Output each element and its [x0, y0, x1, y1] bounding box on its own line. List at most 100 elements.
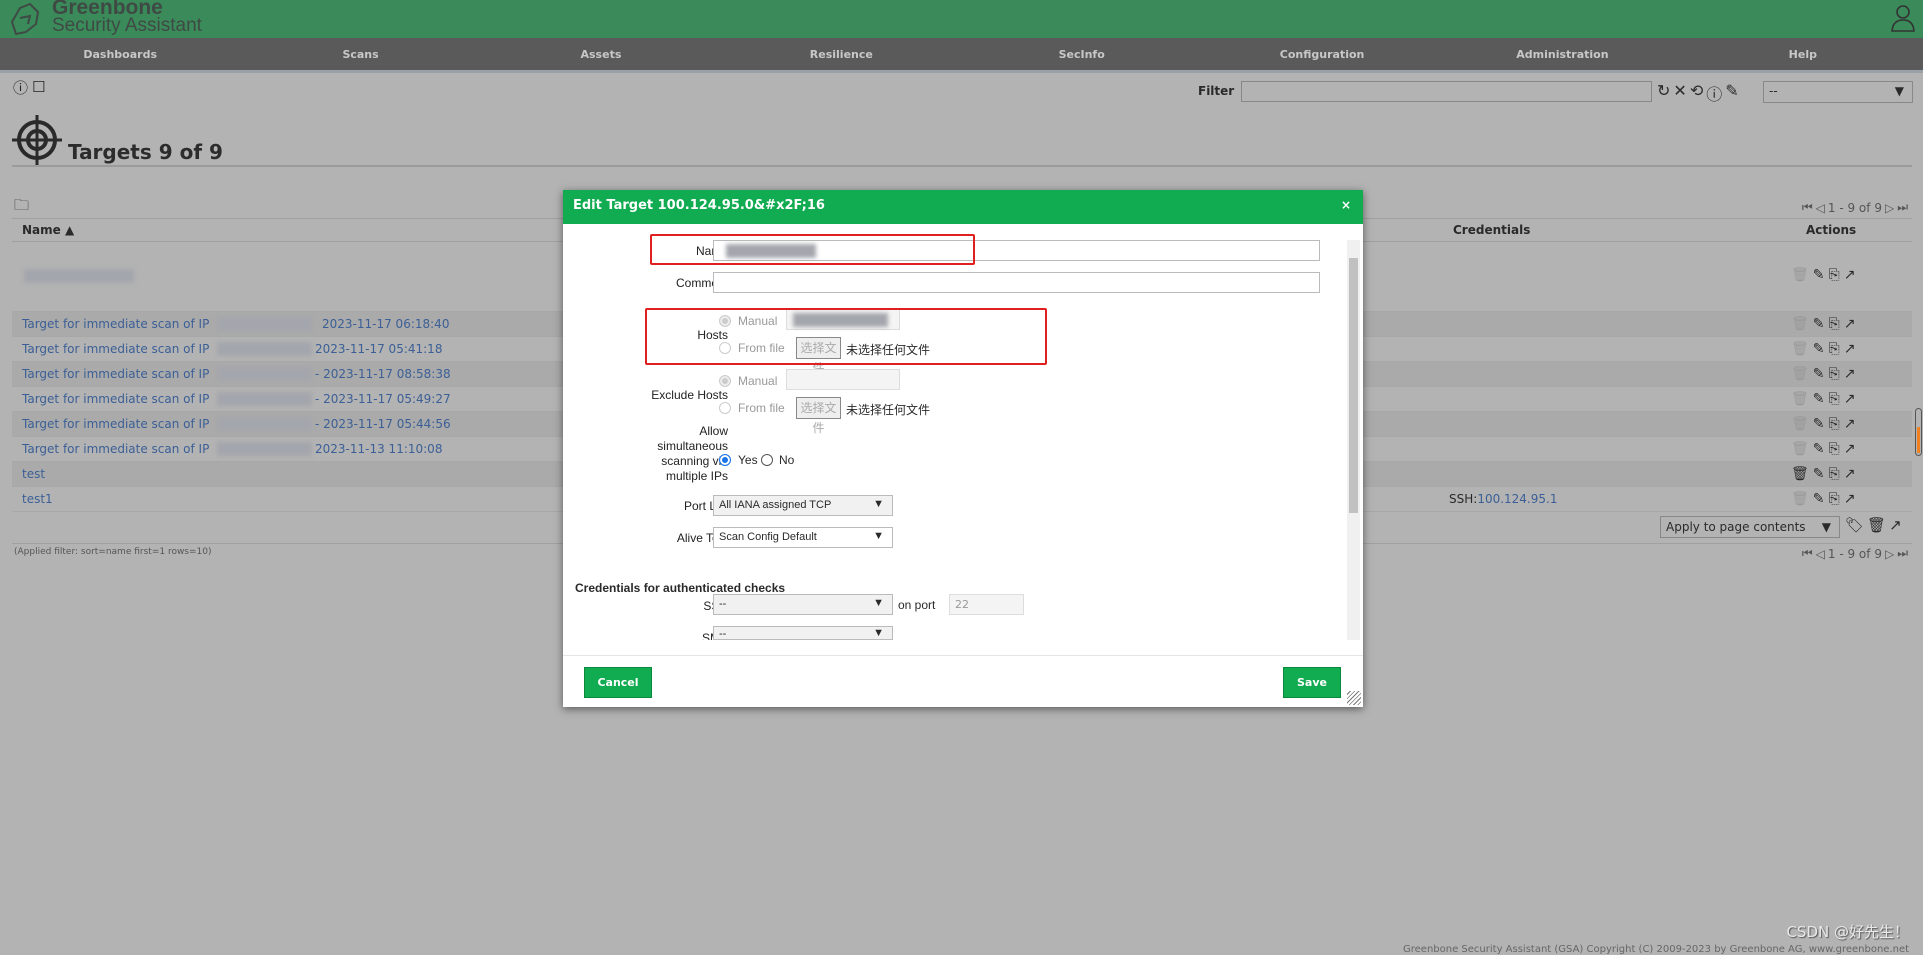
prev-page-icon[interactable]: ◁	[1816, 201, 1825, 215]
smb-credential-select[interactable]: -- ▼	[713, 626, 893, 640]
nav-configuration[interactable]: Configuration	[1202, 38, 1442, 70]
target-name-link[interactable]: Target for immediate scan of IP	[22, 392, 209, 406]
filter-help-icon[interactable]: ⓘ	[1706, 81, 1722, 105]
target-name-link[interactable]: test1	[22, 492, 53, 506]
cancel-button[interactable]: Cancel	[584, 667, 652, 698]
edit-icon[interactable]: ✎	[1813, 416, 1825, 432]
allow-no-radio[interactable]	[761, 454, 773, 466]
resize-handle[interactable]	[1347, 691, 1361, 705]
clear-filter-icon[interactable]: ✕	[1673, 81, 1686, 105]
next-page-icon[interactable]: ▷	[1885, 201, 1894, 215]
edit-icon[interactable]: ✎	[1813, 316, 1825, 332]
col-credentials[interactable]: Credentials	[1453, 223, 1530, 237]
exclude-manual-input[interactable]	[786, 369, 900, 390]
save-button[interactable]: Save	[1283, 667, 1341, 698]
first-page-icon[interactable]: ⏮	[1802, 200, 1813, 215]
export-icon[interactable]: ↗	[1844, 391, 1856, 407]
target-name-link[interactable]: Target for immediate scan of IP	[22, 342, 209, 356]
col-name[interactable]: Name ▲	[22, 223, 74, 237]
target-name-link[interactable]: Target for immediate scan of IP	[22, 442, 209, 456]
trash-icon[interactable]: 🗑	[1791, 366, 1809, 382]
edit-icon[interactable]: ✎	[1813, 491, 1825, 507]
new-target-icon[interactable]: ☐	[32, 80, 45, 95]
prev-page-icon[interactable]: ◁	[1816, 547, 1825, 561]
ssh-credential-select[interactable]: -- ▼	[713, 594, 893, 615]
nav-assets[interactable]: Assets	[481, 38, 721, 70]
filter-select[interactable]: -- ▼	[1763, 81, 1913, 103]
edit-filter-icon[interactable]: ✎	[1725, 81, 1738, 105]
trash-icon[interactable]: 🗑	[1791, 441, 1809, 457]
next-page-icon[interactable]: ▷	[1885, 547, 1894, 561]
close-icon[interactable]: ×	[1341, 198, 1351, 212]
clone-icon[interactable]: ⎘	[1829, 366, 1840, 382]
nav-secinfo[interactable]: SecInfo	[962, 38, 1202, 70]
edit-icon[interactable]: ✎	[1813, 391, 1825, 407]
folder-icon[interactable]: 🗀	[14, 198, 29, 213]
port-list-select[interactable]: All IANA assigned TCP ▼	[713, 495, 893, 516]
alive-test-select[interactable]: Scan Config Default ▼	[713, 527, 893, 548]
edit-icon[interactable]: ✎	[1813, 341, 1825, 357]
filter-input[interactable]	[1241, 81, 1652, 102]
greenbone-logo-icon	[10, 2, 40, 36]
allow-yes-radio[interactable]	[719, 454, 731, 466]
trash-icon[interactable]: 🗑	[1791, 391, 1809, 407]
page-scrollbar[interactable]	[1915, 408, 1922, 456]
clone-icon[interactable]: ⎘	[1829, 267, 1840, 283]
exclude-file-button[interactable]: 选择文件	[796, 397, 841, 435]
export-icon[interactable]: ↗	[1844, 466, 1856, 482]
refresh-icon[interactable]: ↻	[1657, 81, 1670, 105]
exclude-manual-radio[interactable]	[719, 375, 731, 387]
clone-icon[interactable]: ⎘	[1829, 391, 1840, 407]
ssh-port-input[interactable]: 22	[949, 594, 1024, 615]
clone-icon[interactable]: ⎘	[1829, 416, 1840, 432]
filter-toolbar: ↻ ✕ ⟲ ⓘ ✎	[1657, 81, 1739, 105]
comment-input[interactable]	[713, 272, 1320, 293]
export-icon[interactable]: ↗	[1844, 366, 1856, 382]
clone-icon[interactable]: ⎘	[1829, 341, 1840, 357]
edit-icon[interactable]: ✎	[1813, 267, 1825, 283]
nav-administration[interactable]: Administration	[1442, 38, 1682, 70]
exclude-file-radio[interactable]	[719, 402, 731, 414]
exclude-hosts-label: Exclude Hosts	[651, 388, 728, 402]
last-page-icon[interactable]: ⏭	[1897, 200, 1908, 215]
edit-icon[interactable]: ✎	[1813, 441, 1825, 457]
trash-icon[interactable]: 🗑	[1791, 491, 1809, 507]
clone-icon[interactable]: ⎘	[1829, 441, 1840, 457]
bulk-action-select[interactable]: Apply to page contents ▼	[1660, 516, 1840, 538]
trash-icon[interactable]: 🗑	[1791, 416, 1809, 432]
clone-icon[interactable]: ⎘	[1829, 466, 1840, 482]
nav-resilience[interactable]: Resilience	[721, 38, 961, 70]
target-name-link[interactable]: Target for immediate scan of IP	[22, 417, 209, 431]
trash-icon[interactable]: 🗑	[1791, 466, 1809, 482]
export-icon[interactable]: ↗	[1889, 516, 1902, 534]
trash-icon[interactable]: 🗑	[1791, 316, 1809, 332]
clone-icon[interactable]: ⎘	[1829, 316, 1840, 332]
edit-icon[interactable]: ✎	[1813, 366, 1825, 382]
user-icon[interactable]	[1891, 4, 1915, 32]
target-name-link[interactable]: test	[22, 467, 45, 481]
target-name-link[interactable]: Target for immediate scan of IP	[22, 367, 209, 381]
alive-test-value: Scan Config Default	[719, 531, 817, 543]
reset-filter-icon[interactable]: ⟲	[1690, 81, 1703, 105]
trash-icon[interactable]: 🗑	[1791, 341, 1809, 357]
tag-icon[interactable]: 🏷	[1845, 516, 1864, 534]
edit-icon[interactable]: ✎	[1813, 466, 1825, 482]
nav-dashboards[interactable]: Dashboards	[0, 38, 240, 70]
trash-icon[interactable]: 🗑	[1867, 516, 1886, 534]
dialog-scrollbar[interactable]	[1347, 240, 1360, 640]
export-icon[interactable]: ↗	[1844, 416, 1856, 432]
export-icon[interactable]: ↗	[1844, 316, 1856, 332]
export-icon[interactable]: ↗	[1844, 441, 1856, 457]
export-icon[interactable]: ↗	[1844, 491, 1856, 507]
export-icon[interactable]: ↗	[1844, 267, 1856, 283]
export-icon[interactable]: ↗	[1844, 341, 1856, 357]
credential-link[interactable]: 100.124.95.1	[1477, 492, 1557, 506]
nav-scans[interactable]: Scans	[240, 38, 480, 70]
nav-help[interactable]: Help	[1683, 38, 1923, 70]
clone-icon[interactable]: ⎘	[1829, 491, 1840, 507]
target-name-link[interactable]: Target for immediate scan of IP	[22, 317, 209, 331]
first-page-icon[interactable]: ⏮	[1802, 546, 1813, 561]
help-icon[interactable]: ⓘ	[13, 81, 28, 96]
last-page-icon[interactable]: ⏭	[1897, 546, 1908, 561]
trash-icon[interactable]: 🗑	[1791, 267, 1809, 283]
